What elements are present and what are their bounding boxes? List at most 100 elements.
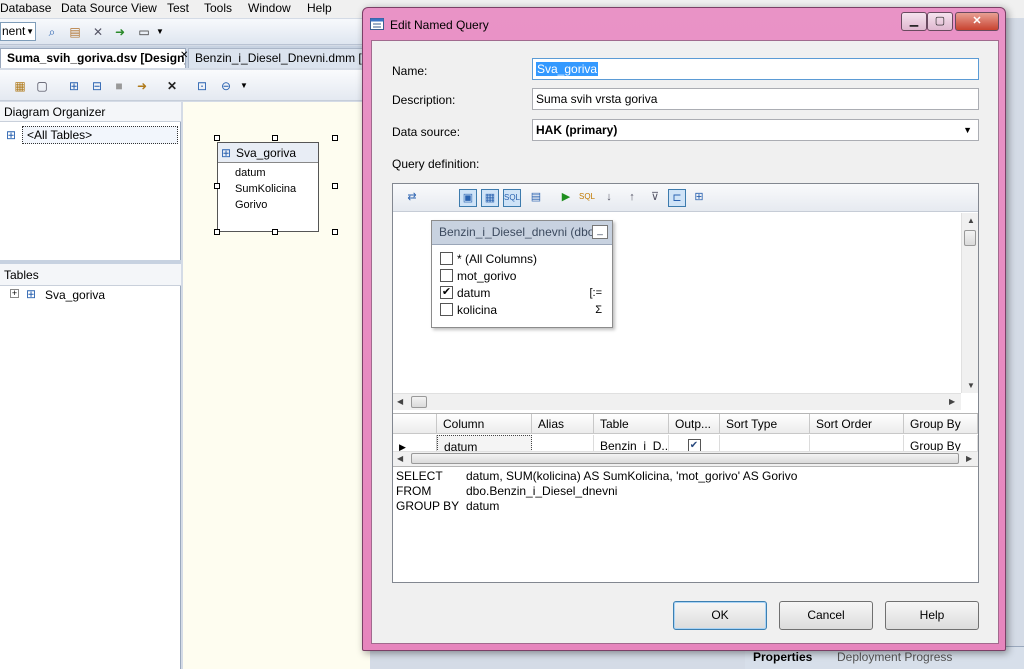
tab-benzin-i-diesel[interactable]: Benzin_i_Diesel_Dnevni.dmm [ bbox=[188, 48, 370, 68]
add-table-icon[interactable]: ▦ bbox=[12, 78, 28, 94]
column-row-mot-gorivo[interactable]: mot_gorivo bbox=[440, 269, 516, 286]
query-table-benzin-i-diesel[interactable]: Benzin_i_Diesel_dnevni (dbo _ * (All Col… bbox=[431, 220, 613, 328]
resize-handle[interactable] bbox=[332, 183, 338, 189]
grid-hscroll[interactable]: ◀ ▶ bbox=[393, 451, 978, 466]
column-checkbox-checked[interactable]: ✔ bbox=[440, 286, 453, 300]
grid-header-output[interactable]: Outp... bbox=[669, 414, 720, 434]
scroll-thumb[interactable] bbox=[411, 396, 427, 408]
chevron-down-icon[interactable]: ▼ bbox=[236, 78, 252, 94]
tools-icon[interactable]: ✕ bbox=[90, 24, 106, 40]
all-tables-item[interactable]: <All Tables> bbox=[22, 126, 178, 144]
zoom-icon[interactable]: ⊖ bbox=[218, 78, 234, 94]
menu-database[interactable]: Database bbox=[0, 1, 51, 15]
maximize-button[interactable]: ▢ bbox=[927, 12, 953, 31]
grid-header-sort-type[interactable]: Sort Type bbox=[720, 414, 810, 434]
resize-handle[interactable] bbox=[332, 229, 338, 235]
window-icon[interactable]: ▭ bbox=[136, 24, 152, 40]
help-button[interactable]: Help bbox=[885, 601, 979, 630]
grid-header-table[interactable]: Table bbox=[594, 414, 669, 434]
named-query-icon bbox=[370, 18, 384, 30]
remove-table-icon[interactable]: ▢ bbox=[34, 78, 50, 94]
minimize-button[interactable]: ▁ bbox=[901, 12, 927, 31]
minimize-icon[interactable]: _ bbox=[592, 225, 608, 239]
close-button[interactable]: ✕ bbox=[955, 12, 999, 31]
menu-help[interactable]: Help bbox=[307, 1, 332, 15]
menu-window[interactable]: Window bbox=[248, 1, 291, 15]
diagram-vscroll[interactable]: ▲ ▼ bbox=[961, 213, 978, 393]
generic-query-designer-icon[interactable]: ⇄ bbox=[403, 189, 421, 207]
column-checkbox[interactable] bbox=[440, 252, 453, 266]
show-sql-pane-icon[interactable]: SQL bbox=[503, 189, 521, 207]
group-by-toggle-icon[interactable]: ⊏ bbox=[668, 189, 686, 207]
scroll-right-icon[interactable]: ▶ bbox=[949, 397, 955, 406]
cancel-button[interactable]: Cancel bbox=[779, 601, 873, 630]
explore-data-icon[interactable]: ■ bbox=[111, 78, 127, 94]
resize-handle[interactable] bbox=[214, 135, 220, 141]
resize-handle[interactable] bbox=[272, 135, 278, 141]
right-panel-edge bbox=[1003, 40, 1024, 669]
tab-deployment-progress[interactable]: Deployment Progress bbox=[837, 650, 952, 664]
add-table-icon[interactable]: ⊞ bbox=[690, 189, 708, 207]
grid-row-header bbox=[393, 414, 437, 434]
run-query-icon[interactable]: ▶ bbox=[557, 189, 575, 207]
diagram-canvas[interactable]: ⊞ Sva_goriva datum SumKolicina Gorivo bbox=[183, 102, 370, 669]
menu-data-source-view[interactable]: Data Source View bbox=[61, 1, 157, 15]
column-checkbox[interactable] bbox=[440, 303, 453, 317]
name-input[interactable]: Sva_goriva bbox=[532, 58, 979, 80]
column-row-kolicina[interactable]: kolicina bbox=[440, 303, 497, 320]
verify-sql-icon[interactable]: SQL bbox=[578, 189, 596, 207]
grid-header-alias[interactable]: Alias bbox=[532, 414, 594, 434]
scroll-right-icon[interactable]: ▶ bbox=[966, 454, 972, 463]
resize-handle[interactable] bbox=[272, 229, 278, 235]
sql-pane[interactable]: SELECT datum, SUM(kolicina) AS SumKolicin… bbox=[393, 466, 978, 582]
show-diagram-pane-icon[interactable]: ▣ bbox=[459, 189, 477, 207]
zoom-fit-icon[interactable]: ⊡ bbox=[194, 78, 210, 94]
refresh-icon[interactable]: ➜ bbox=[134, 78, 150, 94]
solution-config-combo[interactable]: nent ▼ bbox=[0, 22, 36, 41]
grid-pane[interactable]: Column Alias Table Outp... Sort Type Sor… bbox=[393, 413, 978, 466]
description-input[interactable]: Suma svih vrsta goriva bbox=[532, 88, 979, 110]
grid-header-sort-order[interactable]: Sort Order bbox=[810, 414, 904, 434]
diagram-pane[interactable]: Benzin_i_Diesel_dnevni (dbo _ * (All Col… bbox=[393, 213, 978, 410]
diagram-table-sva-goriva[interactable]: ⊞ Sva_goriva datum SumKolicina Gorivo bbox=[217, 142, 319, 232]
diagram-table-header: ⊞ Sva_goriva bbox=[218, 143, 318, 163]
filter-icon[interactable]: ⊽ bbox=[646, 189, 664, 207]
scroll-thumb[interactable] bbox=[964, 230, 976, 246]
tab-properties[interactable]: Properties bbox=[753, 650, 812, 664]
data-source-select[interactable]: HAK (primary) ▼ bbox=[532, 119, 979, 141]
dialog-titlebar[interactable]: Edit Named Query ▁ ▢ ✕ bbox=[363, 8, 1005, 40]
scroll-up-icon[interactable]: ▲ bbox=[967, 216, 975, 225]
column-row-datum[interactable]: ✔ datum bbox=[440, 286, 490, 303]
tab-suma-svih-goriva[interactable]: Suma_svih_goriva.dsv [Design]* bbox=[0, 48, 186, 68]
delete-icon[interactable]: ✕ bbox=[164, 78, 180, 94]
resize-handle[interactable] bbox=[332, 135, 338, 141]
chevron-down-icon: ▼ bbox=[963, 125, 972, 135]
column-row-all[interactable]: * (All Columns) bbox=[440, 252, 537, 269]
column-checkbox[interactable] bbox=[440, 269, 453, 283]
tables-item-sva-goriva[interactable]: Sva_goriva bbox=[45, 288, 105, 302]
menu-test[interactable]: Test bbox=[167, 1, 189, 15]
expand-icon[interactable]: + bbox=[10, 289, 19, 298]
navigate-icon[interactable]: ➜ bbox=[112, 24, 128, 40]
new-relationship-icon[interactable]: ⊟ bbox=[89, 78, 105, 94]
scroll-thumb[interactable] bbox=[411, 453, 959, 464]
resize-handle[interactable] bbox=[214, 229, 220, 235]
show-results-pane-icon[interactable]: ▤ bbox=[527, 189, 545, 207]
scroll-down-icon[interactable]: ▼ bbox=[967, 381, 975, 390]
diagram-hscroll[interactable]: ◀ ▶ bbox=[393, 393, 961, 410]
find-icon[interactable]: ⌕ bbox=[44, 24, 60, 40]
sort-descending-icon[interactable]: ↑ bbox=[623, 189, 641, 207]
scroll-left-icon[interactable]: ◀ bbox=[397, 454, 403, 463]
grid-header-column[interactable]: Column bbox=[437, 414, 532, 434]
ok-button[interactable]: OK bbox=[673, 601, 767, 630]
scroll-left-icon[interactable]: ◀ bbox=[397, 397, 403, 406]
properties-icon[interactable]: ▤ bbox=[67, 24, 83, 40]
menu-tools[interactable]: Tools bbox=[204, 1, 232, 15]
resize-handle[interactable] bbox=[214, 183, 220, 189]
sort-ascending-icon[interactable]: ↓ bbox=[600, 189, 618, 207]
chevron-down-icon[interactable]: ▼ bbox=[152, 24, 168, 40]
document-tabs: Suma_svih_goriva.dsv [Design]* ✕ Benzin_… bbox=[0, 46, 370, 68]
show-grid-pane-icon[interactable]: ▦ bbox=[481, 189, 499, 207]
new-named-query-icon[interactable]: ⊞ bbox=[66, 78, 82, 94]
grid-header-group-by[interactable]: Group By bbox=[904, 414, 978, 434]
